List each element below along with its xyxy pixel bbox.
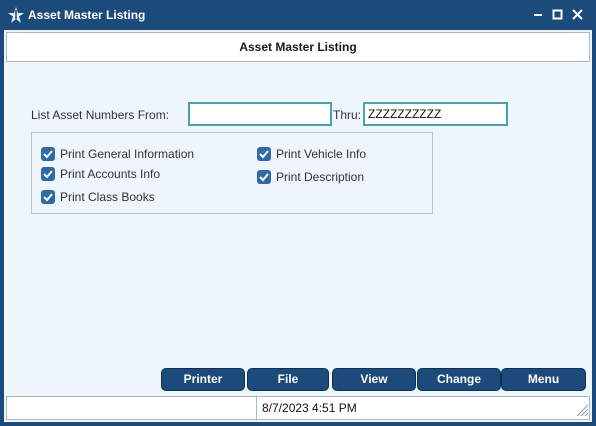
- checkmark-icon: [41, 190, 55, 204]
- checkbox-label: Print Accounts Info: [60, 167, 161, 181]
- thru-label: Thru:: [333, 108, 362, 122]
- checkbox-label: Print Description: [276, 170, 365, 184]
- status-divider: [256, 397, 257, 419]
- from-label: List Asset Numbers From:: [31, 108, 170, 122]
- printer-button[interactable]: Printer: [161, 368, 245, 391]
- form-header: Asset Master Listing: [6, 32, 590, 62]
- checkmark-icon: [41, 167, 55, 181]
- view-button[interactable]: View: [332, 368, 416, 391]
- client-area: Asset Master Listing List Asset Numbers …: [4, 30, 592, 422]
- checkmark-icon: [41, 147, 55, 161]
- file-button[interactable]: File: [247, 368, 329, 391]
- page-title: Asset Master Listing: [239, 40, 357, 54]
- close-icon[interactable]: [569, 6, 587, 24]
- change-button[interactable]: Change: [417, 368, 501, 391]
- checkmark-icon: [257, 170, 271, 184]
- maximize-icon[interactable]: [549, 6, 567, 24]
- asset-thru-input[interactable]: [363, 102, 508, 126]
- app-logo-icon: [7, 6, 25, 24]
- minimize-icon[interactable]: [530, 6, 548, 24]
- checkbox-label: Print Class Books: [60, 190, 155, 204]
- menu-button[interactable]: Menu: [501, 368, 586, 391]
- window-title: Asset Master Listing: [28, 8, 146, 22]
- status-datetime: 8/7/2023 4:51 PM: [262, 401, 357, 415]
- print-options-group: Print General Information Print Accounts…: [31, 132, 433, 214]
- resize-grip-icon[interactable]: [573, 401, 589, 417]
- title-bar[interactable]: Asset Master Listing: [0, 0, 596, 30]
- asset-from-input[interactable]: [188, 102, 332, 126]
- checkmark-icon: [257, 147, 271, 161]
- checkbox-label: Print Vehicle Info: [276, 147, 367, 161]
- checkbox-label: Print General Information: [60, 147, 195, 161]
- status-bar: 8/7/2023 4:51 PM: [6, 396, 590, 420]
- app-window: Asset Master Listing Asset Master Listin…: [0, 0, 596, 426]
